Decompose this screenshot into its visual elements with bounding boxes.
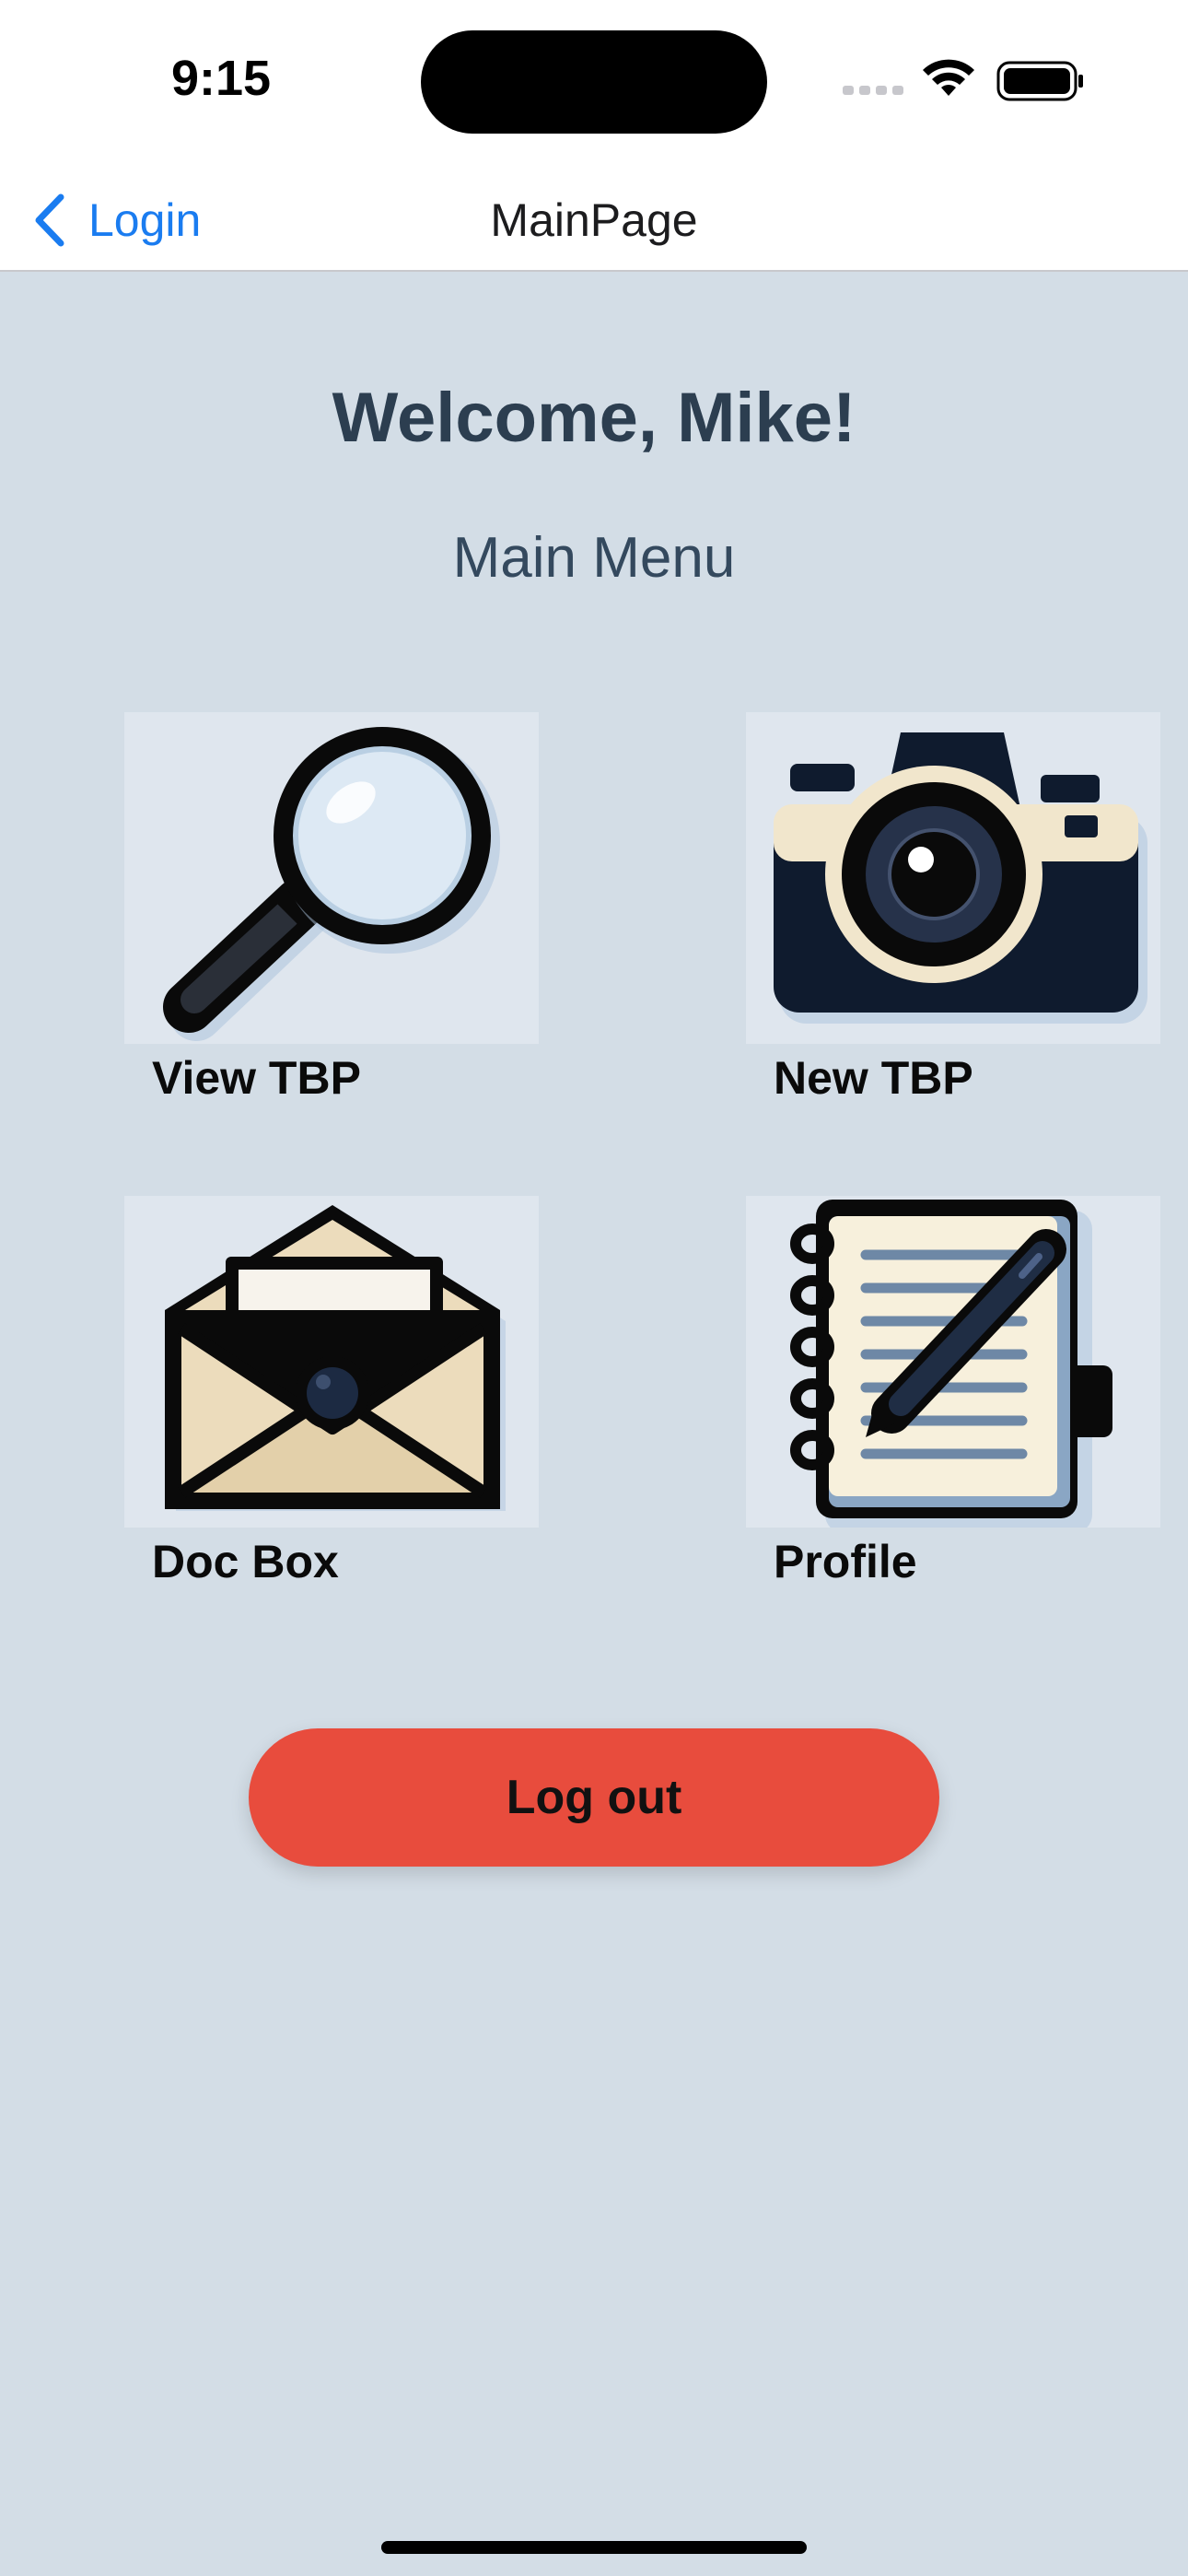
cellular-signal-icon — [843, 83, 909, 100]
view-tbp-label: View TBP — [152, 1052, 361, 1104]
view-tbp-tile[interactable]: View TBP — [124, 712, 539, 1104]
notebook-icon — [790, 1200, 1112, 1528]
magnifying-glass-icon — [163, 727, 500, 1041]
doc-box-tile[interactable]: Doc Box — [124, 1196, 539, 1587]
navigation-bar: Login MainPage — [0, 170, 1188, 272]
doc-box-label: Doc Box — [152, 1536, 339, 1587]
main-menu-heading: Main Menu — [452, 526, 736, 590]
chevron-left-icon — [35, 193, 64, 247]
home-indicator[interactable] — [381, 2541, 807, 2554]
envelope-icon — [165, 1205, 506, 1511]
wifi-icon — [923, 59, 974, 96]
battery-icon — [996, 61, 1083, 101]
camera-icon — [774, 732, 1147, 1024]
new-tbp-label: New TBP — [774, 1052, 973, 1104]
dynamic-island — [421, 30, 767, 134]
profile-label: Profile — [774, 1536, 917, 1587]
welcome-heading: Welcome, Mike! — [332, 379, 856, 457]
new-tbp-tile[interactable]: New TBP — [746, 712, 1160, 1104]
back-button[interactable]: Login — [33, 170, 201, 270]
back-button-label: Login — [88, 194, 202, 246]
profile-tile[interactable]: Profile — [746, 1196, 1160, 1587]
status-time: 9:15 — [171, 51, 272, 106]
status-bar: 9:15 — [0, 0, 1188, 170]
logout-button[interactable]: Log out — [249, 1728, 939, 1867]
